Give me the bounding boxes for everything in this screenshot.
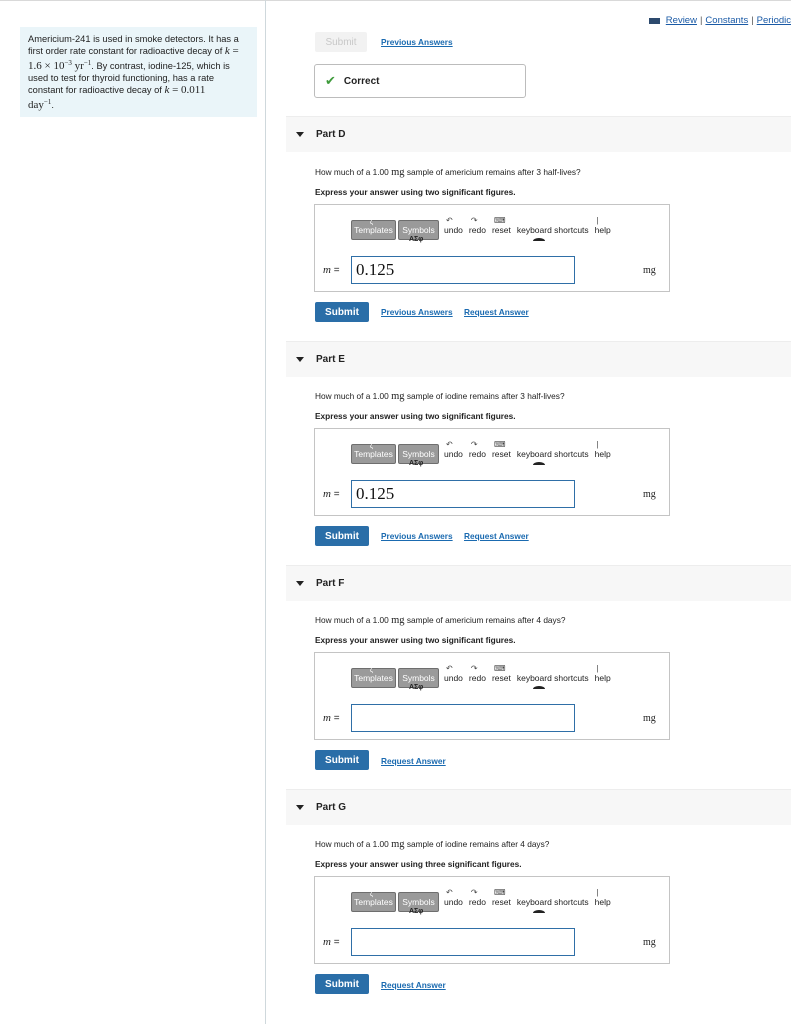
submit-button-disabled[interactable]: Submit [315,32,367,52]
part-g-header[interactable]: Part G [286,789,791,825]
part-d-answer-input[interactable]: 0.125 [351,256,575,284]
part-g-answer-input[interactable] [351,928,575,956]
reset-button[interactable]: ⌨ reset [492,440,511,459]
redo-button[interactable]: ↷ redo [469,664,486,683]
unit-label: mg [643,713,656,724]
unit-label: mg [643,937,656,948]
part-g-request-answer-link[interactable]: Request Answer [381,980,446,990]
undo-button[interactable]: ↶ undo [444,440,463,459]
part-f-answer-box: ζ Templates Symbols ΑΣφ ↶ undo ↷ redo ⌨ reset… [314,652,670,740]
part-g-instruction: Express your answer using three signific… [315,859,522,869]
part-d-question: How much of a 1.00 mg sample of americiu… [315,167,581,178]
symbols-button[interactable]: Symbols ΑΣφ [398,444,439,467]
caret-down-icon [296,357,304,362]
help-button[interactable]: | help [595,888,611,907]
check-icon: ✔ [325,73,336,88]
caret-down-icon [296,132,304,137]
reset-button[interactable]: ⌨ reset [492,888,511,907]
symbols-button[interactable]: Symbols ΑΣφ [398,220,439,243]
problem-intro: Americium-241 is used in smoke detectors… [20,27,257,117]
part-e-previous-answers-link[interactable]: Previous Answers [381,531,453,541]
variable-label: m = [323,488,340,500]
unit-label: mg [643,265,656,276]
symbols-button[interactable]: Symbols ΑΣφ [398,668,439,691]
arc-icon [532,910,545,916]
part-f-header[interactable]: Part F [286,565,791,601]
reset-button[interactable]: ⌨ reset [492,216,511,235]
help-button[interactable]: | help [595,216,611,235]
periodic-link[interactable]: Periodic [757,15,791,26]
part-f-request-answer-link[interactable]: Request Answer [381,756,446,766]
part-e-instruction: Express your answer using two significan… [315,411,516,421]
unit-label: mg [643,489,656,500]
left-panel: Americium-241 is used in smoke detectors… [0,0,266,1024]
arc-icon [532,686,545,692]
part-g-submit-button[interactable]: Submit [315,974,369,994]
math-toolbar: ζ Templates Symbols ΑΣφ ↶ undo ↷ redo ⌨ reset… [351,887,614,917]
constants-link[interactable]: Constants [705,15,748,26]
part-e-submit-button[interactable]: Submit [315,526,369,546]
part-f-answer-input[interactable] [351,704,575,732]
part-d-header[interactable]: Part D [286,116,791,152]
part-d-submit-button[interactable]: Submit [315,302,369,322]
keyboard-shortcuts-button[interactable]: keyboard shortcuts [517,449,589,465]
part-e-request-answer-link[interactable]: Request Answer [464,531,529,541]
undo-button[interactable]: ↶ undo [444,216,463,235]
arc-icon [532,462,545,468]
templates-button[interactable]: ζ Templates [351,443,396,464]
templates-button[interactable]: ζ Templates [351,219,396,240]
undo-button[interactable]: ↶ undo [444,888,463,907]
part-d-answer-box: ζ Templates Symbols ΑΣφ ↶ undo ↷ redo ⌨ reset… [314,204,670,292]
templates-button[interactable]: ζ Templates [351,891,396,912]
keyboard-shortcuts-button[interactable]: keyboard shortcuts [517,897,589,913]
review-link[interactable]: Review [666,15,697,26]
part-d-previous-answers-link[interactable]: Previous Answers [381,307,453,317]
part-g-question: How much of a 1.00 mg sample of iodine r… [315,839,550,850]
reset-button[interactable]: ⌨ reset [492,664,511,683]
help-button[interactable]: | help [595,440,611,459]
previous-answers-link[interactable]: Previous Answers [381,37,453,47]
part-e-header[interactable]: Part E [286,341,791,377]
part-f-submit-button[interactable]: Submit [315,750,369,770]
symbols-button[interactable]: Symbols ΑΣφ [398,892,439,915]
part-g-answer-box: ζ Templates Symbols ΑΣφ ↶ undo ↷ redo ⌨ reset… [314,876,670,964]
math-toolbar: ζ Templates Symbols ΑΣφ ↶ undo ↷ redo ⌨ reset… [351,663,614,693]
part-f-question: How much of a 1.00 mg sample of americiu… [315,615,566,626]
redo-button[interactable]: ↷ redo [469,888,486,907]
math-toolbar: ζ Templates Symbols ΑΣφ ↶ undo ↷ redo ⌨ reset… [351,215,614,245]
undo-button[interactable]: ↶ undo [444,664,463,683]
keyboard-shortcuts-button[interactable]: keyboard shortcuts [517,673,589,689]
part-e-answer-box: ζ Templates Symbols ΑΣφ ↶ undo ↷ redo ⌨ reset… [314,428,670,516]
variable-label: m = [323,712,340,724]
part-d-request-answer-link[interactable]: Request Answer [464,307,529,317]
part-f-instruction: Express your answer using two significan… [315,635,516,645]
redo-button[interactable]: ↷ redo [469,440,486,459]
top-links: Review | Constants | Periodic [648,15,791,26]
keyboard-shortcuts-button[interactable]: keyboard shortcuts [517,225,589,241]
arc-icon [532,238,545,244]
review-icon [648,17,660,24]
variable-label: m = [323,936,340,948]
part-e-answer-input[interactable]: 0.125 [351,480,575,508]
variable-label: m = [323,264,340,276]
templates-button[interactable]: ζ Templates [351,667,396,688]
caret-down-icon [296,581,304,586]
help-button[interactable]: | help [595,664,611,683]
redo-button[interactable]: ↷ redo [469,216,486,235]
caret-down-icon [296,805,304,810]
part-e-question: How much of a 1.00 mg sample of iodine r… [315,391,565,402]
part-d-instruction: Express your answer using two significan… [315,187,516,197]
correct-feedback: ✔ Correct [314,64,526,98]
math-toolbar: ζ Templates Symbols ΑΣφ ↶ undo ↷ redo ⌨ reset… [351,439,614,469]
